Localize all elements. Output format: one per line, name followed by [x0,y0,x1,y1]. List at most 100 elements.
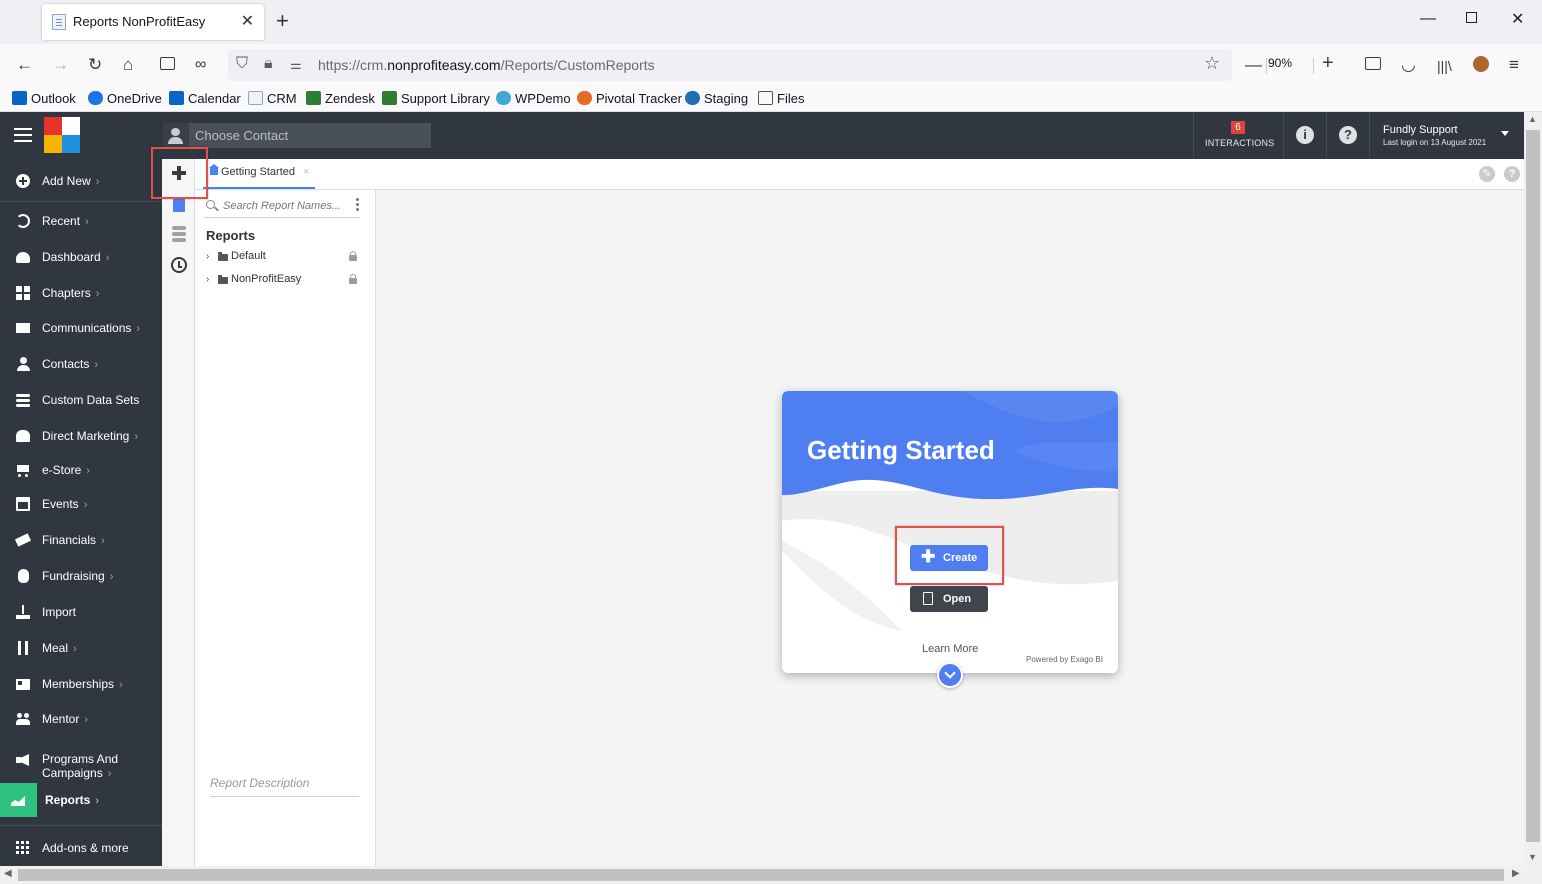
bookmark-pivotal-tracker[interactable]: Pivotal Tracker [577,91,682,106]
sidebar-item-fundraising[interactable]: Fundraising › [0,559,162,593]
menu-icon[interactable]: ≡ [1509,55,1519,75]
sidebar-item-financials[interactable]: Financials › [0,523,162,557]
bookmark-wpdemo[interactable]: WPDemo [496,91,571,106]
sidebar-item-label: Financials › [42,533,105,547]
tree-folder-default[interactable]: › Default [206,250,366,268]
reports-file-icon[interactable] [173,198,185,212]
report-search-field[interactable] [204,196,360,218]
bookmark-crm[interactable]: CRM [248,91,297,106]
reload-icon[interactable]: ↻ [88,55,102,75]
scroll-left-icon[interactable]: ◀ [4,868,12,879]
choose-contact-field[interactable] [163,123,431,148]
scrollbar-thumb[interactable] [18,869,1504,881]
sidebar-item-add-ons[interactable]: Add-ons & more [0,831,162,865]
new-tab-icon[interactable]: + [276,9,289,33]
sidebar-item-communications[interactable]: Communications › [0,311,162,345]
sidebar-item-import[interactable]: Import [0,595,162,629]
choose-contact-input[interactable] [195,126,425,145]
bookmark-zendesk[interactable]: Zendesk [306,91,375,106]
sidebar-item-programs-and-campaigns[interactable]: Programs And Campaigns › [0,744,162,788]
zoom-out-icon[interactable]: — [1245,55,1262,75]
url-bar[interactable]: ⛉ 🔒︎ ⚌ https://crm.nonprofiteasy.com/Rep… [228,49,1232,81]
zendesk-icon [306,91,321,105]
sidebar-item-direct-marketing[interactable]: Direct Marketing › [0,419,162,453]
permissions-icon[interactable]: ⚌ [290,57,302,73]
tab-getting-started[interactable]: Getting Started × [203,159,316,189]
close-tab-icon[interactable]: × [303,166,309,178]
user-menu-caret-icon[interactable] [1501,131,1509,136]
horizontal-scrollbar[interactable]: ◀ ▶ [0,866,1542,884]
back-icon[interactable]: ← [16,55,33,75]
reports-tree-panel: Reports › Default › NonProfitEasy [196,190,376,866]
scroll-down-icon[interactable]: ▼ [1528,852,1537,862]
learn-more-link[interactable]: Learn More [922,643,978,655]
sidebar-item-events[interactable]: Events › [0,487,162,521]
sidebar-item-add-new[interactable]: Add New › [0,164,162,198]
lock-icon[interactable]: 🔒︎ [264,55,273,73]
settings-icon[interactable]: ✎ [1479,166,1495,182]
library-icon[interactable]: |||\ [1437,56,1452,76]
bookmark-staging[interactable]: Staging [685,91,748,106]
vertical-scrollbar[interactable]: ▲ ▼ [1524,112,1542,866]
pocket-icon[interactable]: ◡ [1401,55,1416,75]
sidebar-item-mentor[interactable]: Mentor › [0,702,162,736]
tree-folder-nonprofiteasy[interactable]: › NonProfitEasy [206,273,366,291]
sidebar-toggle-icon[interactable] [1365,57,1381,70]
sidebar-item-custom-data-sets[interactable]: Custom Data Sets [0,383,162,417]
create-report-button[interactable]: ✚ Create [910,545,988,571]
clock-icon[interactable] [171,257,187,273]
sidebar-item-contacts[interactable]: Contacts › [0,347,162,381]
close-tab-icon[interactable]: ✕ [241,11,254,31]
zendesk-icon [382,91,397,105]
reader-view-icon[interactable] [160,57,175,70]
forward-icon[interactable]: → [52,55,69,75]
sidebar-item-reports[interactable]: Reports › [0,783,162,817]
scroll-right-icon[interactable]: ▶ [1512,868,1520,879]
zoom-in-icon[interactable]: + [1322,53,1334,73]
scrollbar-thumb[interactable] [1526,130,1540,842]
expand-chevron-icon[interactable] [937,662,963,688]
report-description-field[interactable] [210,773,359,797]
sidebar-item-recent[interactable]: Recent › [0,204,162,238]
sidebar-item-chapters[interactable]: Chapters › [0,276,162,310]
sidebar-item-label: Add New › [42,174,100,188]
close-window-icon[interactable]: ✕ [1511,9,1524,29]
info-icon[interactable]: i [1296,126,1314,144]
user-name[interactable]: Fundly Support [1383,124,1458,136]
more-options-icon[interactable] [356,198,359,212]
sidebar-item-e-store[interactable]: e-Store › [0,453,162,487]
help-icon[interactable]: ? [1504,166,1520,182]
nonprofiteasy-logo[interactable] [44,117,80,153]
bookmark-support-library[interactable]: Support Library [382,91,490,106]
bookmark-calendar[interactable]: Calendar [169,91,241,106]
sidebar-item-dashboard[interactable]: Dashboard › [0,240,162,274]
hamburger-menu-icon[interactable] [14,128,32,142]
shopping-cart-icon [16,463,30,477]
report-search-input[interactable] [223,198,358,214]
zoom-level[interactable]: 90% [1268,56,1292,70]
bookmark-files[interactable]: Files [758,91,804,106]
report-description-input[interactable] [210,773,359,793]
folder-icon [758,91,773,105]
new-report-plus-icon[interactable] [172,166,186,180]
expand-arrow-icon[interactable]: › [206,274,209,285]
minimize-window-icon[interactable]: — [1420,10,1436,28]
sidebar-item-memberships[interactable]: Memberships › [0,667,162,701]
document-icon [923,592,933,605]
private-browsing-icon[interactable]: ∞ [195,55,206,75]
database-icon[interactable] [172,226,186,242]
bookmark-star-icon[interactable]: ☆ [1204,53,1220,74]
open-report-button[interactable]: Open [910,586,988,612]
help-icon[interactable]: ? [1339,126,1357,144]
scroll-up-icon[interactable]: ▲ [1528,114,1537,124]
account-avatar-icon[interactable] [1473,56,1489,72]
expand-arrow-icon[interactable]: › [206,251,209,262]
interactions-button[interactable]: 6 INTERACTIONS [1195,112,1281,159]
maximize-window-icon[interactable] [1466,12,1477,23]
bookmark-outlook[interactable]: Outlook [12,91,76,106]
browser-tab[interactable]: Reports NonProfitEasy ✕ [42,4,264,40]
sidebar-item-meal[interactable]: Meal › [0,631,162,665]
home-icon[interactable]: ⌂ [123,55,133,75]
bookmark-onedrive[interactable]: OneDrive [88,91,162,106]
tracking-shield-icon[interactable]: ⛉ [236,55,248,73]
